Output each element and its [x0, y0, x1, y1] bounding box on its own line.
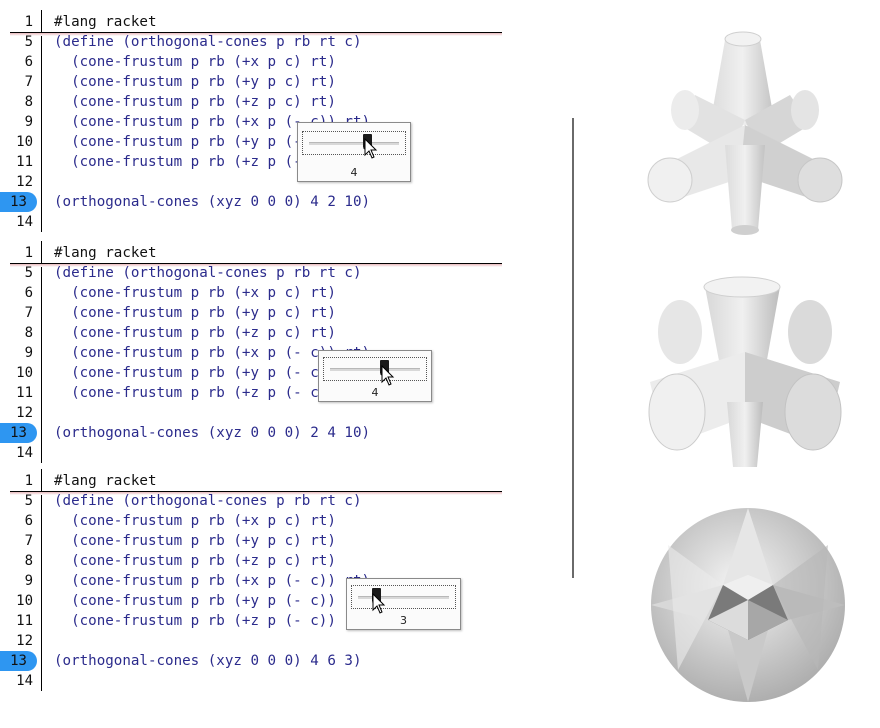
code-line[interactable]: (cone-frustum p rb (+z p (- c)) rt)): [54, 611, 379, 631]
line-number: 14: [16, 673, 33, 689]
line-number: 5: [24, 493, 33, 509]
line-number: 11: [16, 613, 33, 629]
slider-popup[interactable]: 4: [318, 350, 432, 402]
code-line[interactable]: (cone-frustum p rb (+x p c) rt): [54, 511, 336, 531]
mouse-pointer-icon: [364, 138, 378, 159]
slider-track[interactable]: [323, 357, 427, 381]
code-line[interactable]: (cone-frustum p rb (+x p c) rt): [54, 52, 336, 72]
slider-track[interactable]: [351, 585, 456, 609]
slider-value: 3: [400, 614, 407, 627]
line-number: 5: [24, 265, 33, 281]
line-number: 6: [24, 285, 33, 301]
line-number: 7: [24, 305, 33, 321]
code-call[interactable]: (orthogonal-cones (xyz 0 0 0) 2 4 10): [54, 423, 370, 443]
line-number: 7: [24, 74, 33, 90]
code-line[interactable]: (cone-frustum p rb (+z p c) rt): [54, 551, 336, 571]
line-number: 9: [24, 345, 33, 361]
line-number: 10: [16, 365, 33, 381]
rounded-cone-render: [648, 276, 842, 467]
code-line[interactable]: (cone-frustum p rb (+y p (- c)) rt): [54, 591, 370, 611]
line-number-highlight[interactable]: 13: [0, 651, 37, 671]
code-line[interactable]: (cone-frustum p rb (+y p c) rt): [54, 72, 336, 92]
code-line[interactable]: (cone-frustum p rb (+x p c) rt): [54, 283, 336, 303]
line-number: 11: [16, 385, 33, 401]
line-number: 10: [16, 134, 33, 150]
line-number: 14: [16, 214, 33, 230]
line-number: 1: [24, 245, 33, 261]
mouse-pointer-icon: [381, 365, 395, 386]
line-number: 7: [24, 533, 33, 549]
slider-popup[interactable]: 4: [297, 122, 411, 182]
code-line[interactable]: (cone-frustum p rb (+z p c) rt): [54, 92, 336, 112]
code-define[interactable]: (define (orthogonal-cones p rb rt c): [54, 263, 362, 283]
line-number: 14: [16, 445, 33, 461]
slider-value: 4: [350, 166, 358, 179]
editor-panel-1: 1 #lang racket 5 (define (orthogonal-cones…: [0, 10, 520, 232]
slider-popup[interactable]: 3: [346, 578, 461, 630]
line-number: 9: [24, 114, 33, 130]
code-line[interactable]: (cone-frustum p rb (+z p c) rt): [54, 323, 336, 343]
code-call[interactable]: (orthogonal-cones (xyz 0 0 0) 4 2 10): [54, 192, 370, 212]
slider-value: 4: [371, 386, 379, 399]
line-number: 1: [24, 14, 33, 30]
line-number: 10: [16, 593, 33, 609]
line-number: 12: [16, 174, 33, 190]
lang-line[interactable]: #lang racket: [54, 12, 157, 32]
lang-line[interactable]: #lang racket: [54, 471, 157, 491]
sphere-cone-render: [651, 508, 845, 702]
editor-panel-2: 1 #lang racket 5 (define (orthogonal-cones…: [0, 241, 520, 463]
line-number-highlight[interactable]: 13: [0, 192, 37, 212]
line-number: 8: [24, 325, 33, 341]
code-define[interactable]: (define (orthogonal-cones p rb rt c): [54, 491, 362, 511]
line-number-highlight[interactable]: 13: [0, 423, 37, 443]
code-define[interactable]: (define (orthogonal-cones p rb rt c): [54, 32, 362, 52]
line-number: 5: [24, 34, 33, 50]
code-line[interactable]: (cone-frustum p rb (+y p c) rt): [54, 531, 336, 551]
line-number: 1: [24, 473, 33, 489]
code-line[interactable]: (cone-frustum p rb (+y p c) rt): [54, 303, 336, 323]
line-number: 8: [24, 94, 33, 110]
star-cone-render: [647, 31, 843, 235]
line-number: 11: [16, 154, 33, 170]
line-number: 12: [16, 405, 33, 421]
line-number: 12: [16, 633, 33, 649]
slider-track[interactable]: [302, 131, 406, 155]
line-number: 6: [24, 54, 33, 70]
line-number: 9: [24, 573, 33, 589]
editor-panel-3: 1 #lang racket 5 (define (orthogonal-cones…: [0, 469, 520, 691]
vertical-divider: [572, 118, 574, 578]
lang-line[interactable]: #lang racket: [54, 243, 157, 263]
code-line[interactable]: (cone-frustum p rb (+x p (- c)) rt): [54, 571, 370, 591]
line-number: 8: [24, 553, 33, 569]
code-call[interactable]: (orthogonal-cones (xyz 0 0 0) 4 6 3): [54, 651, 362, 671]
mouse-pointer-icon: [372, 593, 386, 614]
line-number: 6: [24, 513, 33, 529]
slider-rail: [330, 368, 420, 371]
slider-rail: [309, 142, 399, 145]
